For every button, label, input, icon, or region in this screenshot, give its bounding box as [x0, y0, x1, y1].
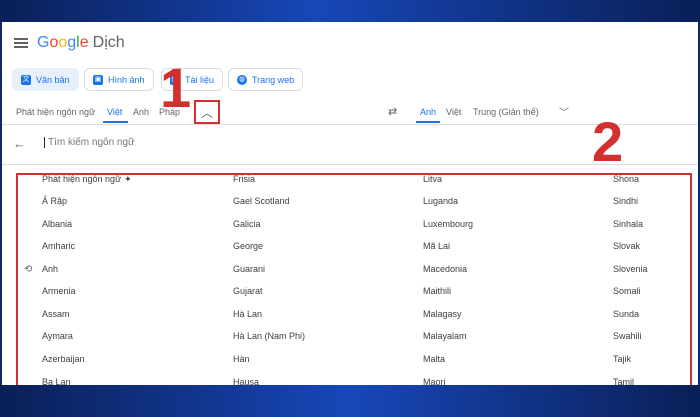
- mode-text-button[interactable]: 文 Văn bản: [12, 68, 79, 91]
- source-selected-underline: [103, 121, 128, 123]
- translate-icon: 文: [21, 74, 31, 85]
- hamburger-menu-icon[interactable]: [14, 38, 28, 48]
- source-tab-detect[interactable]: Phát hiện ngôn ngữ: [16, 107, 95, 117]
- mode-website-button[interactable]: ◍ Trang web: [228, 68, 304, 91]
- image-icon: ▣: [93, 74, 103, 85]
- background-top-band: [0, 0, 700, 22]
- mode-label: Hình ảnh: [108, 74, 145, 85]
- product-name: Dịch: [92, 34, 125, 51]
- logo-letter: e: [79, 34, 89, 51]
- target-selected-underline: [416, 121, 440, 123]
- language-grid-highlight-box: [16, 173, 692, 385]
- swap-languages-icon[interactable]: ⇄: [388, 105, 397, 118]
- target-tab-chinese-simplified[interactable]: Trung (Giản thể): [473, 107, 539, 117]
- source-tab-english[interactable]: Anh: [133, 107, 149, 117]
- source-tab-vietnamese[interactable]: Việt: [107, 107, 122, 117]
- mode-image-button[interactable]: ▣ Hình ảnh: [84, 68, 154, 91]
- back-arrow-icon[interactable]: ←: [13, 136, 26, 151]
- logo-letter: G: [37, 34, 50, 51]
- background-bottom-band: [0, 385, 700, 417]
- target-tab-vietnamese[interactable]: Việt: [446, 107, 461, 117]
- step-2-annotation: 2: [592, 110, 624, 173]
- language-search-input[interactable]: [44, 137, 448, 148]
- translate-window: Google Dịch 文 Văn bản ▣ Hình ảnh ▤ Tài li…: [2, 22, 698, 385]
- mode-label: Văn bản: [36, 74, 70, 85]
- target-tab-english[interactable]: Anh: [420, 107, 436, 117]
- chevron-up-icon: ︿: [200, 105, 213, 120]
- source-language-expand-button[interactable]: ︿: [194, 100, 220, 124]
- target-language-chevron-down-icon[interactable]: ﹀: [559, 104, 569, 119]
- google-translate-logo[interactable]: Google Dịch: [37, 34, 125, 52]
- globe-icon: ◍: [237, 74, 247, 85]
- source-tab-french[interactable]: Pháp: [159, 107, 180, 117]
- mode-label: Trang web: [252, 74, 295, 85]
- logo-letter: g: [67, 34, 77, 51]
- logo-letter: o: [58, 34, 68, 51]
